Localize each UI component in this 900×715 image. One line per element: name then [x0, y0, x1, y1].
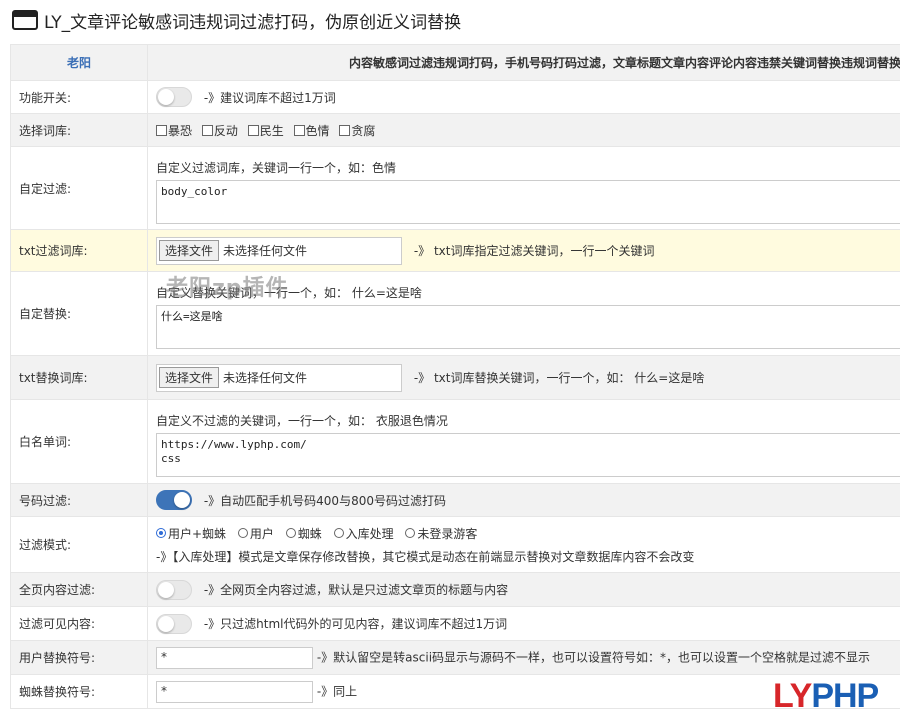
- row-visible-only: 过滤可见内容: -》只过滤html代码外的可见内容，建议词库不超过1万词: [11, 607, 900, 641]
- whitelist-label: 白名单词:: [11, 400, 148, 484]
- row-filter-mode: 过滤模式: 用户+蜘蛛 用户 蜘蛛 入库处理 未登录游客 -》【入库处理】模式是…: [11, 517, 900, 573]
- row-spider-symbol: 蜘蛛替换符号: * -》同上: [11, 675, 900, 709]
- checkbox-icon: [339, 125, 350, 136]
- txt-filter-label: txt过滤词库:: [11, 230, 148, 272]
- txt-replace-hint: -》 txt词库替换关键词，一行一个，如： 什么=这是啥: [414, 371, 705, 385]
- custom-filter-help: 自定义过滤词库，关键词一行一个，如：色情: [156, 159, 900, 176]
- custom-filter-textarea[interactable]: body_color: [156, 180, 900, 224]
- row-user-symbol: 用户替换符号: * -》默认留空是转ascii码显示与源码不一样，也可以设置符号…: [11, 641, 900, 675]
- row-txt-replace: txt替换词库: 选择文件 未选择任何文件 -》 txt词库替换关键词，一行一个…: [11, 356, 900, 400]
- row-phone-filter: 号码过滤: -》自动匹配手机号码400与800号码过滤打码: [11, 484, 900, 517]
- visible-only-label: 过滤可见内容:: [11, 607, 148, 641]
- txt-replace-file-input[interactable]: 选择文件 未选择任何文件: [156, 364, 402, 392]
- radio-icon: [286, 528, 296, 538]
- row-full-page: 全页内容过滤: -》全网页全内容过滤，默认是只过滤文章页的标题与内容: [11, 573, 900, 607]
- lexicon-option-porn[interactable]: 色情: [294, 122, 330, 139]
- row-txt-filter: txt过滤词库: 选择文件 未选择任何文件 -》 txt词库指定过滤关键词，一行…: [11, 230, 900, 272]
- phone-filter-label: 号码过滤:: [11, 484, 148, 517]
- mode-option-user-spider[interactable]: 用户+蜘蛛: [156, 525, 226, 542]
- user-symbol-input[interactable]: *: [156, 647, 313, 669]
- checkbox-icon: [294, 125, 305, 136]
- checkbox-icon: [248, 125, 259, 136]
- brand-label: 老阳: [11, 45, 148, 81]
- mode-option-user[interactable]: 用户: [238, 525, 274, 542]
- phone-filter-hint: -》自动匹配手机号码400与800号码过滤打码: [204, 494, 446, 508]
- custom-replace-label: 自定替换:: [11, 272, 148, 356]
- whitelist-help: 自定义不过滤的关键词，一行一个，如： 衣服退色情况: [156, 412, 900, 429]
- custom-replace-textarea[interactable]: 什么=这是啥: [156, 305, 900, 349]
- func-switch-label: 功能开关:: [11, 81, 148, 114]
- visible-only-hint: -》只过滤html代码外的可见内容，建议词库不超过1万词: [204, 617, 507, 631]
- spider-symbol-input[interactable]: *: [156, 681, 313, 703]
- radio-icon: [156, 528, 166, 538]
- full-page-label: 全页内容过滤:: [11, 573, 148, 607]
- radio-icon: [405, 528, 415, 538]
- page-title: LY_文章评论敏感词违规词过滤打码，伪原创近义词替换: [44, 8, 461, 33]
- radio-icon: [238, 528, 248, 538]
- full-page-hint: -》全网页全内容过滤，默认是只过滤文章页的标题与内容: [204, 583, 508, 597]
- row-lexicon: 选择词库: 暴恐 反动 民生 色情 贪腐: [11, 114, 900, 147]
- user-symbol-hint: -》默认留空是转ascii码显示与源码不一样，也可以设置符号如：*，也可以设置一…: [317, 650, 870, 664]
- row-custom-replace: 自定替换: 自定义替换关键词，一行一个，如： 什么=这是啥 什么=这是啥: [11, 272, 900, 356]
- logo-part-php: PHP: [811, 677, 878, 715]
- lyphp-logo: LYPHP: [773, 679, 878, 713]
- choose-file-button[interactable]: 选择文件: [159, 367, 219, 388]
- whitelist-textarea[interactable]: https://www.lyphp.com/ css: [156, 433, 900, 477]
- phone-filter-toggle[interactable]: [156, 490, 192, 510]
- watermark-text: 老阳zp插件: [166, 270, 289, 302]
- lexicon-option-livelihood[interactable]: 民生: [248, 122, 284, 139]
- file-status: 未选择任何文件: [223, 242, 307, 259]
- filter-mode-note: -》【入库处理】模式是文章保存修改替换，其它模式是动态在前端显示替换对文章数据库…: [156, 548, 900, 565]
- row-whitelist: 白名单词: 自定义不过滤的关键词，一行一个，如： 衣服退色情况 https://…: [11, 400, 900, 484]
- row-custom-filter: 自定过滤: 自定义过滤词库，关键词一行一个，如：色情 body_color: [11, 147, 900, 230]
- filter-mode-label: 过滤模式:: [11, 517, 148, 573]
- logo-part-ly: LY: [773, 677, 811, 715]
- txt-filter-hint: -》 txt词库指定过滤关键词，一行一个关键词: [414, 244, 655, 258]
- page-header: LY_文章评论敏感词违规词过滤打码，伪原创近义词替换: [0, 0, 900, 40]
- checkbox-icon: [156, 125, 167, 136]
- spider-symbol-hint: -》同上: [317, 684, 357, 698]
- lexicon-label: 选择词库:: [11, 114, 148, 147]
- window-icon: [12, 10, 38, 30]
- row-func-switch: 功能开关: -》建议词库不超过1万词: [11, 81, 900, 114]
- user-symbol-label: 用户替换符号:: [11, 641, 148, 675]
- lexicon-option-terror[interactable]: 暴恐: [156, 122, 192, 139]
- mode-option-storage[interactable]: 入库处理: [334, 525, 394, 542]
- spider-symbol-label: 蜘蛛替换符号:: [11, 675, 148, 709]
- settings-table: 老阳 内容敏感词过滤违规词打码，手机号码打码过滤，文章标题文章内容评论内容违禁关…: [10, 44, 900, 709]
- checkbox-icon: [202, 125, 213, 136]
- func-switch-toggle[interactable]: [156, 87, 192, 107]
- lexicon-option-corruption[interactable]: 贪腐: [339, 122, 375, 139]
- visible-only-toggle[interactable]: [156, 614, 192, 634]
- table-header: 老阳 内容敏感词过滤违规词打码，手机号码打码过滤，文章标题文章内容评论内容违禁关…: [11, 45, 900, 81]
- file-status: 未选择任何文件: [223, 369, 307, 386]
- func-switch-hint: -》建议词库不超过1万词: [204, 91, 336, 105]
- mode-option-guest[interactable]: 未登录游客: [405, 525, 477, 542]
- plugin-description: 内容敏感词过滤违规词打码，手机号码打码过滤，文章标题文章内容评论内容违禁关键词替…: [148, 45, 900, 81]
- radio-icon: [334, 528, 344, 538]
- custom-filter-label: 自定过滤:: [11, 147, 148, 230]
- txt-replace-label: txt替换词库:: [11, 356, 148, 400]
- choose-file-button[interactable]: 选择文件: [159, 240, 219, 261]
- full-page-toggle[interactable]: [156, 580, 192, 600]
- txt-filter-file-input[interactable]: 选择文件 未选择任何文件: [156, 237, 402, 265]
- mode-option-spider[interactable]: 蜘蛛: [286, 525, 322, 542]
- lexicon-option-reactionary[interactable]: 反动: [202, 122, 238, 139]
